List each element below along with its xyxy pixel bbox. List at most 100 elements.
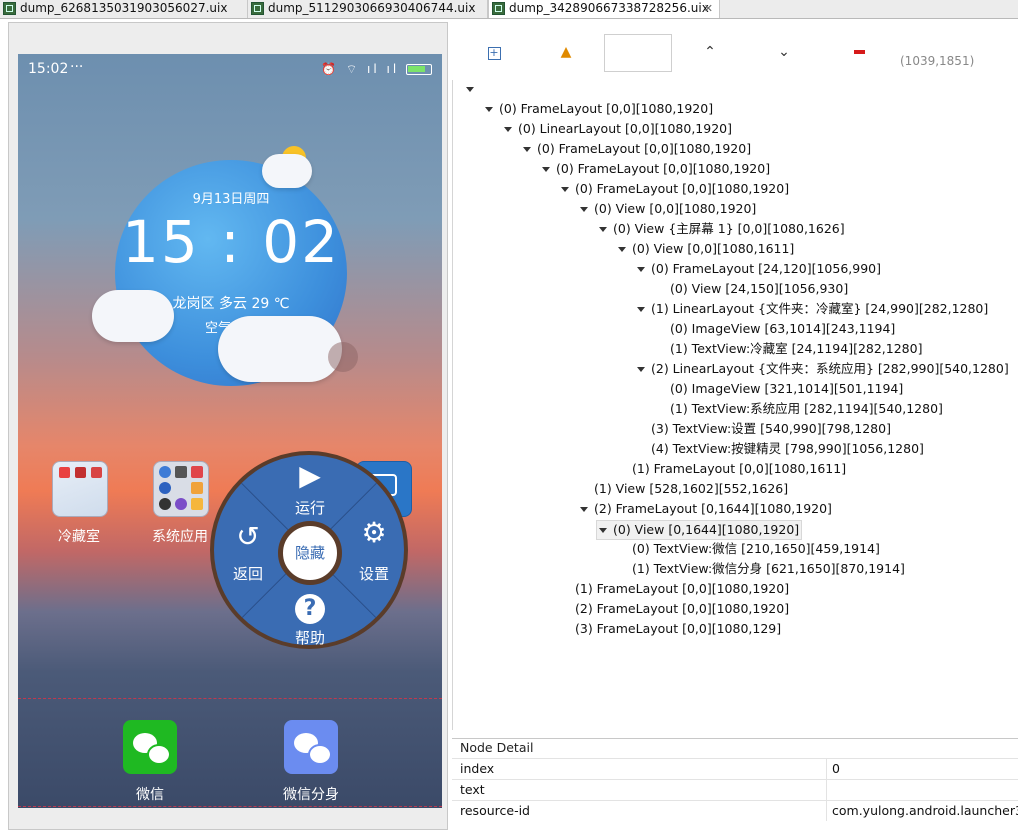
tree-node[interactable]: (2) FrameLayout [0,1644][1080,1920] <box>580 500 832 518</box>
tree-node[interactable]: (2) FrameLayout [0,0][1080,1920] <box>575 600 789 618</box>
collapse-triangle-icon[interactable] <box>504 127 512 132</box>
tree-node[interactable] <box>466 80 480 98</box>
collapse-triangle-icon[interactable] <box>580 507 588 512</box>
folder-icon-system-apps[interactable] <box>153 461 209 517</box>
tree-node[interactable]: (0) FrameLayout [24,120][1056,990] <box>637 260 881 278</box>
menu-run-label[interactable]: 运行 <box>280 497 340 518</box>
tree-node-label: (1) TextView:系统应用 [282,1194][540,1280] <box>670 401 943 416</box>
tree-node-selected[interactable]: (0) View [0,1644][1080,1920] <box>596 520 803 540</box>
tab-label: dump_6268135031903056027.uix <box>20 1 228 15</box>
help-icon[interactable]: ? <box>290 589 330 624</box>
tree-node[interactable]: (1) View [528,1602][552,1626] <box>594 480 788 498</box>
clock-time: 15 : 02 <box>121 208 341 276</box>
tree-node-label: (1) FrameLayout [0,0][1080,1611] <box>632 461 847 476</box>
detail-row[interactable]: text <box>452 779 1018 800</box>
tree-node[interactable]: (3) TextView:设置 [540,990][798,1280] <box>651 420 891 438</box>
tree-node[interactable]: (0) FrameLayout [0,0][1080,1920] <box>561 180 789 198</box>
dock-label-wechat: 微信 <box>136 787 164 803</box>
menu-help-label[interactable]: 帮助 <box>280 627 340 648</box>
tree-node-label: (4) TextView:按键精灵 [798,990][1056,1280] <box>651 441 924 456</box>
tree-node-label: (0) View [0,0][1080,1920] <box>594 201 757 216</box>
menu-hide-label: 隐藏 <box>294 544 325 562</box>
menu-settings-label[interactable]: 设置 <box>344 563 404 584</box>
collapse-triangle-icon[interactable] <box>466 87 474 92</box>
tree-node[interactable]: (0) FrameLayout [0,0][1080,1920] <box>542 160 770 178</box>
tree-node[interactable]: (1) TextView:系统应用 [282,1194][540,1280] <box>670 400 943 418</box>
gear-icon[interactable]: ⚙ <box>354 516 394 549</box>
collapse-triangle-icon[interactable] <box>599 528 607 533</box>
tree-node[interactable]: (2) LinearLayout {文件夹：系统应用} [282,990][54… <box>637 360 1009 378</box>
tree-node-label: (0) FrameLayout [0,0][1080,1920] <box>575 181 790 196</box>
collapse-triangle-icon[interactable] <box>485 107 493 112</box>
tab-dump-3-active[interactable]: dump_3428906673387282​56.uix ✕ <box>488 0 720 18</box>
minus-icon[interactable] <box>849 42 869 62</box>
tab-dump-2[interactable]: dump_5112903066930406744.uix <box>248 0 488 18</box>
warning-icon[interactable]: ▲ <box>556 42 576 62</box>
device-screenshot[interactable]: 15:02 ··· ⏰ ⌔ ıl ıl 9月13日周四 15 : 02 龙岗区 … <box>18 54 442 808</box>
collapse-triangle-icon[interactable] <box>637 267 645 272</box>
detail-row[interactable]: resource-id com.yulong.android.launcher3… <box>452 800 1018 821</box>
collapse-triangle-icon[interactable] <box>637 367 645 372</box>
tree-node[interactable]: (1) LinearLayout {文件夹：冷藏室} [24,990][282,… <box>637 300 988 318</box>
wechat-clone-icon[interactable] <box>284 720 338 774</box>
back-arrow-icon[interactable]: ↺ <box>228 520 268 553</box>
tree-node[interactable]: (0) View [0,0][1080,1920] <box>580 200 756 218</box>
collapse-triangle-icon[interactable] <box>580 207 588 212</box>
play-icon[interactable]: ▶ <box>290 459 330 492</box>
tree-node[interactable]: (0) TextView:微信 [210,1650][459,1914] <box>632 540 880 558</box>
detail-key: text <box>460 782 485 797</box>
tree-node[interactable]: (4) TextView:按键精灵 [798,990][1056,1280] <box>651 440 924 458</box>
uix-file-icon <box>3 2 16 15</box>
tab-label: dump_3428906673387282​56.uix <box>509 1 709 15</box>
menu-hide-button[interactable]: 隐藏 <box>278 521 342 585</box>
tree-node[interactable]: (0) View [0,0][1080,1611] <box>618 240 794 258</box>
tree-node-label: (3) FrameLayout [0,0][1080,129] <box>575 621 782 636</box>
tab-dump-1[interactable]: dump_6268135031903056027.uix <box>0 0 248 18</box>
chevron-up-icon[interactable]: ⌃ <box>700 42 720 62</box>
tree-node[interactable]: (0) ImageView [63,1014][243,1194] <box>670 320 895 338</box>
collapse-triangle-icon[interactable] <box>542 167 550 172</box>
collapse-triangle-icon[interactable] <box>523 147 531 152</box>
cursor-coordinates: (1039,1851) <box>900 54 975 68</box>
uix-file-icon <box>251 2 264 15</box>
tree-node[interactable]: (0) LinearLayout [0,0][1080,1920] <box>504 120 732 138</box>
collapse-triangle-icon[interactable] <box>599 227 607 232</box>
tree-node-label: (2) LinearLayout {文件夹：系统应用} [282,990][54… <box>651 361 1009 376</box>
uix-file-icon <box>492 2 505 15</box>
cloud-icon <box>218 316 342 382</box>
tree-node[interactable]: (0) View {主屏幕 1} [0,0][1080,1626] <box>599 220 845 238</box>
ui-hierarchy-tree[interactable]: (0) FrameLayout [0,0][1080,1920] (0) Line… <box>452 80 1018 730</box>
tree-node-label: (0) View [24,150][1056,930] <box>670 281 849 296</box>
page-indicator-dot <box>328 342 358 372</box>
collapse-triangle-icon[interactable] <box>637 307 645 312</box>
detail-row[interactable]: index 0 <box>452 758 1018 779</box>
tree-node-label: (0) TextView:微信 [210,1650][459,1914] <box>632 541 880 556</box>
folder-icon-freezer[interactable] <box>52 461 108 517</box>
chevron-down-icon[interactable]: ⌄ <box>774 42 794 62</box>
tree-node[interactable]: (0) View [24,150][1056,930] <box>670 280 848 298</box>
tree-node[interactable]: (1) FrameLayout [0,0][1080,1611] <box>632 460 846 478</box>
tree-node[interactable]: (1) FrameLayout [0,0][1080,1920] <box>575 580 789 598</box>
status-dots: ··· <box>70 59 84 75</box>
search-input[interactable] <box>604 34 672 72</box>
tree-node[interactable]: (0) FrameLayout [0,0][1080,1920] <box>523 140 751 158</box>
menu-back-label[interactable]: 返回 <box>218 563 278 584</box>
collapse-triangle-icon[interactable] <box>561 187 569 192</box>
tree-node[interactable]: (0) FrameLayout [0,0][1080,1920] <box>485 100 713 118</box>
expand-all-icon[interactable]: + <box>484 42 504 62</box>
selection-outline <box>18 698 442 699</box>
clock-date: 9月13日周四 <box>192 192 270 207</box>
status-bar: 15:02 ··· ⏰ ⌔ ıl ıl <box>18 54 442 84</box>
tree-node[interactable]: (1) TextView:微信分身 [621,1650][870,1914] <box>632 560 905 578</box>
tree-node[interactable]: (1) TextView:冷藏室 [24,1194][282,1280] <box>670 340 922 358</box>
tree-node[interactable]: (0) ImageView [321,1014][501,1194] <box>670 380 903 398</box>
app-label-freezer: 冷藏室 <box>58 529 100 545</box>
editor-tab-bar: dump_6268135031903056027.uix dump_511290… <box>0 0 1018 19</box>
wechat-icon[interactable] <box>123 720 177 774</box>
close-icon[interactable]: ✕ <box>704 0 713 17</box>
tree-node-label: (2) FrameLayout [0,1644][1080,1920] <box>594 501 832 516</box>
node-detail-panel: Node Detail index 0 text resource-id com… <box>452 738 1018 833</box>
collapse-triangle-icon[interactable] <box>618 247 626 252</box>
tree-node-label: (1) TextView:微信分身 [621,1650][870,1914] <box>632 561 905 576</box>
tree-node[interactable]: (3) FrameLayout [0,0][1080,129] <box>575 620 781 638</box>
